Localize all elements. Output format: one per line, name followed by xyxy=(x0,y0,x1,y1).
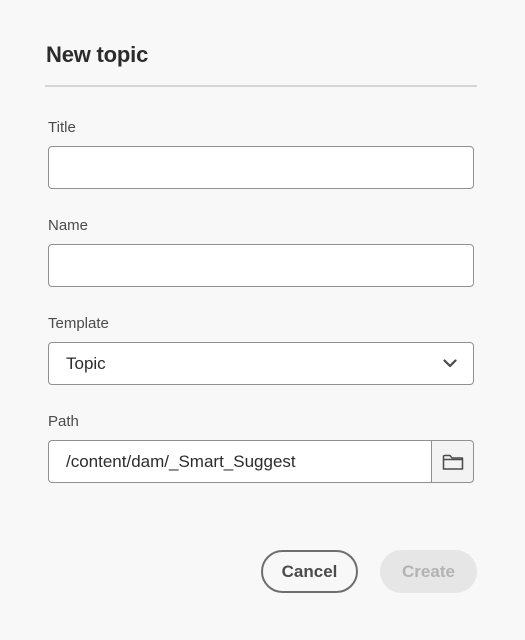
chevron-down-icon xyxy=(443,357,457,371)
create-button[interactable]: Create xyxy=(380,550,477,593)
browse-path-button[interactable] xyxy=(431,440,474,483)
path-input[interactable] xyxy=(48,440,431,483)
template-selected-value: Topic xyxy=(66,353,106,373)
path-label: Path xyxy=(48,413,79,430)
folder-icon xyxy=(442,453,464,471)
template-label: Template xyxy=(48,315,109,332)
title-divider xyxy=(45,85,477,87)
name-label: Name xyxy=(48,217,89,234)
new-topic-dialog: New topic Title Name Template Topic Path… xyxy=(0,0,525,640)
cancel-button[interactable]: Cancel xyxy=(261,550,358,593)
name-input[interactable] xyxy=(48,244,474,287)
title-input[interactable] xyxy=(48,146,474,189)
title-label: Title xyxy=(48,119,76,136)
path-field-group xyxy=(48,440,474,483)
template-picker[interactable]: Topic xyxy=(48,342,474,385)
dialog-title: New topic xyxy=(46,42,149,67)
